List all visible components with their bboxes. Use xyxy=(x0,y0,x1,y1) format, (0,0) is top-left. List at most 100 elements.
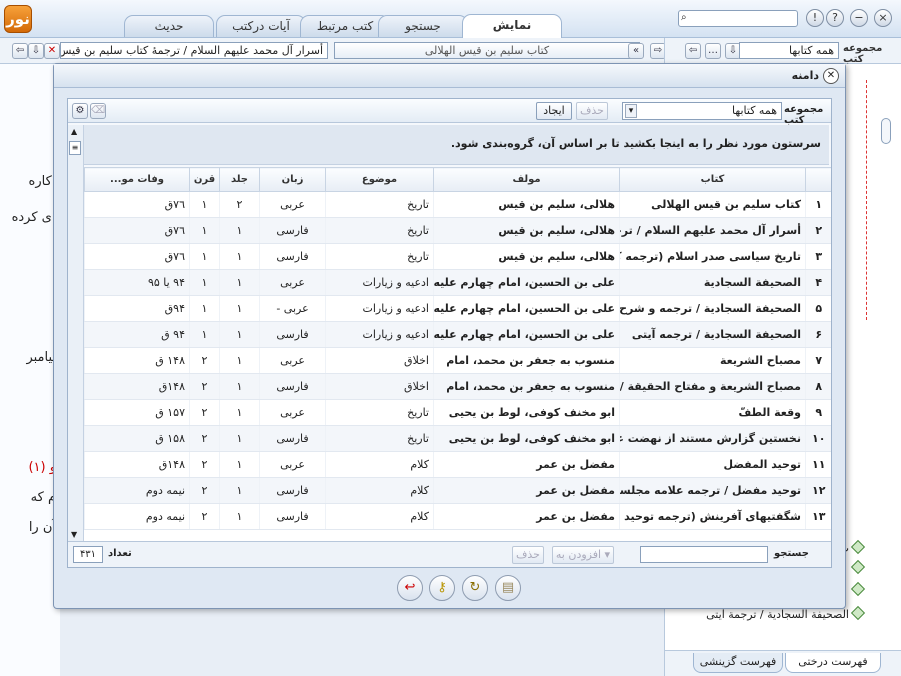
table-cell: ١ xyxy=(219,477,260,504)
more-icon[interactable]: … xyxy=(705,43,721,59)
table-cell: علی بن الحسین، امام چهارم علیه xyxy=(433,321,620,348)
tab-related[interactable]: کتب مرتبط xyxy=(300,15,390,37)
tab-search[interactable]: جستجو xyxy=(378,15,468,37)
text-line: ی کرده. xyxy=(11,210,56,225)
address-path[interactable]: أسرار آل محمد علیهم السلام / ترجمهٔ کتاب… xyxy=(60,42,328,59)
table-row[interactable]: ١ کتاب سلیم بن قیس الهلالی هلالی، سلیم بن … xyxy=(84,191,831,218)
double-chevron-icon[interactable]: « xyxy=(628,43,644,59)
tab-view[interactable]: نمایش xyxy=(462,14,562,38)
table-row[interactable]: ١٣شگفتیهای آفرینش (ترجمه توحید مفضل)مفضل… xyxy=(84,503,831,530)
table-cell: فارسی xyxy=(259,321,326,348)
chevron-down-icon[interactable]: ▾ xyxy=(625,104,637,118)
table-cell: ٢ xyxy=(189,503,220,530)
column-header[interactable]: کتاب xyxy=(619,167,806,192)
tab-tree-index[interactable]: فهرست درختی xyxy=(785,653,881,673)
column-header[interactable]: موضوع xyxy=(325,167,434,192)
table-cell: ٧ xyxy=(805,347,831,374)
create-button[interactable]: ایجاد xyxy=(536,102,572,120)
scrollbar[interactable] xyxy=(881,112,893,672)
question-icon[interactable]: ? xyxy=(826,9,844,27)
table-row[interactable]: ٩ وقعة الطفّ ابو مخنف کوفی، لوط بن یحیی تار… xyxy=(84,399,831,426)
table-cell: ابو مخنف کوفی، لوط بن یحیی xyxy=(433,399,620,426)
table-row[interactable]: ۴ الصحیفة السجادیة علی بن الحسین، امام چها… xyxy=(84,269,831,296)
table-row[interactable]: ٣تاریخ سیاسی صدر اسلام (ترجمه کتاب سلیم)… xyxy=(84,243,831,270)
table-cell: کلام xyxy=(325,503,434,530)
table-row[interactable]: ۵الصحیفة السجادیة / ترجمه و شرح فیضعلی ب… xyxy=(84,295,831,322)
tab-hadith[interactable]: حدیث xyxy=(124,15,214,37)
top-bar: نور حدیث آیات درکتب کتب مرتبط جستجو نمای… xyxy=(0,0,901,38)
table-cell: ٩۴ یا ٩۵ xyxy=(84,269,190,296)
table-cell: ٢ xyxy=(219,191,260,218)
note-icon[interactable]: ▤ xyxy=(495,575,521,601)
refresh-icon[interactable]: ↻ xyxy=(462,575,488,601)
delete-button[interactable]: حذف xyxy=(512,546,544,564)
text-line: کاره، xyxy=(28,174,56,189)
table-cell: ١ xyxy=(189,295,220,322)
close-icon[interactable]: ✕ xyxy=(823,68,839,84)
global-search-input[interactable]: ⌕ xyxy=(678,10,798,27)
tree-item[interactable] xyxy=(849,559,866,578)
tab-select-index[interactable]: فهرست گزینشی xyxy=(693,653,783,673)
back-icon[interactable]: ↩ xyxy=(397,575,423,601)
back-arrow-icon[interactable]: ⇦ xyxy=(685,43,701,59)
table-cell: فارسی xyxy=(259,373,326,400)
table-cell: توحید المفضل xyxy=(619,451,806,478)
group-by-area[interactable]: سرستون مورد نظر را به اینجا بکشید تا بر … xyxy=(84,125,829,165)
key-icon[interactable]: ⚷ xyxy=(429,575,455,601)
table-row[interactable]: ٧ مصباح الشریعة منسوب به جعفر بن محمد، اما… xyxy=(84,347,831,374)
table-cell: مفضل بن عمر xyxy=(433,451,620,478)
add-to-button[interactable]: افزودن به ▾ xyxy=(552,546,614,564)
table-cell: وقعة الطفّ xyxy=(619,399,806,426)
close-button[interactable]: × xyxy=(874,9,892,27)
table-cell: ٧٦ق xyxy=(84,191,190,218)
table-cell: ١ xyxy=(219,347,260,374)
table-cell: ١ xyxy=(189,191,220,218)
close-tab-icon[interactable]: ✕ xyxy=(44,43,60,59)
download-icon[interactable]: ⇩ xyxy=(28,43,44,59)
table-cell: تاریخ xyxy=(325,425,434,452)
back-arrow-icon[interactable]: ⇦ xyxy=(12,43,28,59)
table-cell: ادعیه و زیارات xyxy=(325,321,434,348)
table-cell: ١٢ xyxy=(805,477,831,504)
table-cell: توحید مفضل / ترجمه علامه مجلسی xyxy=(619,477,806,504)
table-cell: ١٣ xyxy=(805,503,831,530)
column-header[interactable] xyxy=(805,167,831,192)
table-cell: عربی - xyxy=(259,295,326,322)
column-header[interactable]: زبان xyxy=(259,167,326,192)
minimize-button[interactable]: − xyxy=(850,9,868,27)
column-header[interactable]: جلد xyxy=(219,167,260,192)
column-header[interactable]: قرن xyxy=(189,167,220,192)
table-cell: فارسی xyxy=(259,243,326,270)
collection-select[interactable]: همه کتابها ▾ xyxy=(622,102,782,120)
help-icon[interactable]: ! xyxy=(806,9,824,27)
wrench-icon[interactable]: ⚙ xyxy=(72,103,88,119)
table-cell: ١ xyxy=(189,243,220,270)
table-scrollbar[interactable]: ▲ ≡ ▼ xyxy=(68,125,84,541)
column-header[interactable]: وفات مو... xyxy=(84,167,190,192)
table-row[interactable]: ١٠نخستین گزارش مستند از نهضت عاشورا /ابو… xyxy=(84,425,831,452)
column-header[interactable]: مولف xyxy=(433,167,620,192)
table-row[interactable]: ٢أسرار آل محمد علیهم السلام / ترجمه کتاب… xyxy=(84,217,831,244)
table-cell: تاریخ xyxy=(325,217,434,244)
table-cell: ١٠ xyxy=(805,425,831,452)
table-cell: ۴ xyxy=(805,269,831,296)
collection-select[interactable]: همه کتابها xyxy=(739,42,839,59)
tree-item[interactable]: الصحیفة السجادیة / ترجمة آیتی xyxy=(706,605,866,624)
delete-button[interactable]: حذف xyxy=(576,102,608,120)
books-panel: ⚙ ⌫ ایجاد حذف همه کتابها ▾ مجموعه کتب سرس… xyxy=(67,98,832,568)
tree-item[interactable] xyxy=(849,581,866,600)
eraser-icon[interactable]: ⌫ xyxy=(90,103,106,119)
search-icon: ⌕ xyxy=(681,12,687,23)
table-cell: ١ xyxy=(219,425,260,452)
tab-verses[interactable]: آیات درکتب xyxy=(216,15,306,37)
table-cell: نیمه دوم xyxy=(84,477,190,504)
table-cell: ١ xyxy=(805,191,831,218)
table-row[interactable]: ٨مصباح الشریعة و مفتاح الحقیقة / ترجمهمن… xyxy=(84,373,831,400)
table-cell: ٢ xyxy=(189,373,220,400)
table-row[interactable]: ١٢ توحید مفضل / ترجمه علامه مجلسی مفضل بن … xyxy=(84,477,831,504)
table-row[interactable]: ١١ توحید المفضل مفضل بن عمر کلام عربی ١ ٢ ١۴٨ق xyxy=(84,451,831,478)
search-input[interactable] xyxy=(640,546,768,563)
tree-connector xyxy=(849,80,867,320)
table-cell: ٨ xyxy=(805,373,831,400)
table-row[interactable]: ۶ الصحیفة السجادیة / ترجمه آیتی علی بن الح… xyxy=(84,321,831,348)
